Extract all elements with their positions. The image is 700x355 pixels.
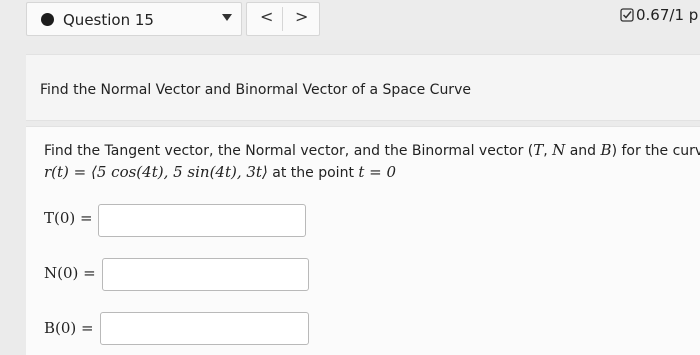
answer-row-binormal: B(0) = [44, 319, 94, 337]
question-header: Question 15 < > 0.67/1 p [0, 0, 700, 40]
tangent-answer-input[interactable] [98, 204, 306, 237]
answer-row-tangent: T(0) = [44, 209, 93, 227]
binormal-answer-input[interactable] [100, 312, 309, 345]
prompt-and: and [565, 143, 601, 159]
tangent-label: T(0) = [44, 209, 93, 227]
point-text: at the point [267, 165, 359, 181]
nav-divider [282, 7, 283, 31]
point-expression: t = 0 [358, 163, 397, 181]
normal-answer-input[interactable] [102, 258, 309, 291]
score-display: 0.67/1 p [620, 6, 698, 24]
curve-definition: r(t) = ⟨5 cos(4t), 5 sin(4t), 3t⟩ at the… [44, 163, 396, 181]
prev-question-button[interactable]: < [260, 7, 273, 26]
prompt-separator: , [543, 143, 553, 159]
score-text: 0.67/1 p [636, 6, 699, 24]
question-selector[interactable]: Question 15 [26, 2, 242, 36]
binormal-label: B(0) = [44, 319, 94, 337]
title-panel: Find the Normal Vector and Binormal Vect… [26, 54, 700, 121]
normal-symbol: N [552, 141, 566, 159]
prompt-end: ) for the curve [611, 143, 700, 159]
curve-expression: r(t) = ⟨5 cos(4t), 5 sin(4t), 3t⟩ [44, 163, 268, 181]
caret-down-icon[interactable] [222, 14, 232, 21]
question-prompt: Find the Tangent vector, the Normal vect… [44, 141, 700, 159]
prompt-text: Find the Tangent vector, the Normal vect… [44, 143, 534, 159]
normal-label: N(0) = [44, 264, 96, 282]
question-nav: < > [246, 2, 320, 36]
answer-row-normal: N(0) = [44, 264, 96, 282]
checkbox-icon [620, 8, 634, 22]
question-status-dot-icon [41, 13, 54, 26]
tangent-symbol: T [533, 141, 544, 159]
question-label: Question 15 [63, 11, 154, 29]
page-title: Find the Normal Vector and Binormal Vect… [40, 82, 471, 98]
binormal-symbol: B [600, 141, 612, 159]
next-question-button[interactable]: > [295, 7, 308, 26]
question-body: Find the Tangent vector, the Normal vect… [26, 126, 700, 355]
